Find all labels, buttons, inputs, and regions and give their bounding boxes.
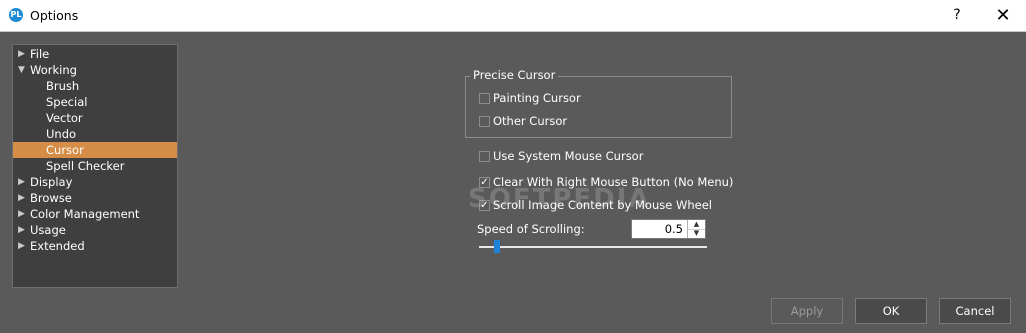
- tree-item-label: Spell Checker: [46, 159, 125, 173]
- tree-item-usage[interactable]: ▶ Usage: [13, 222, 177, 238]
- tree-item-display[interactable]: ▶ Display: [13, 174, 177, 190]
- checkbox-box[interactable]: [479, 116, 490, 127]
- tree-item-file[interactable]: ▶ File: [13, 46, 177, 62]
- collapsed-arrow-icon[interactable]: ▶: [18, 174, 28, 190]
- tree-item-special[interactable]: Special: [13, 94, 177, 110]
- tree-item-cursor[interactable]: Cursor: [13, 142, 177, 158]
- expanded-arrow-icon[interactable]: ▼: [18, 62, 28, 78]
- tree-item-working[interactable]: ▼ Working: [13, 62, 177, 78]
- watermark: SOFTPEDIA: [468, 184, 651, 214]
- tree-item-label: Brush: [46, 79, 80, 93]
- collapsed-arrow-icon[interactable]: ▶: [18, 222, 28, 238]
- collapsed-arrow-icon[interactable]: ▶: [18, 238, 28, 254]
- collapsed-arrow-icon[interactable]: ▶: [18, 46, 28, 62]
- tree-item-label: Working: [30, 63, 77, 77]
- tree-item-label: Special: [46, 95, 88, 109]
- collapsed-arrow-icon[interactable]: ▶: [18, 190, 28, 206]
- app-logo-icon: PL: [9, 8, 23, 22]
- tree-item-label: File: [30, 47, 50, 61]
- precise-cursor-group-title: Precise Cursor: [470, 68, 559, 82]
- speed-of-scrolling-label: Speed of Scrolling:: [477, 222, 585, 236]
- category-tree[interactable]: ▶ File ▼ Working Brush Special Vector Undo Curso…: [12, 44, 178, 288]
- help-button[interactable]: ?: [934, 0, 980, 31]
- checkbox-box[interactable]: [479, 93, 490, 104]
- tree-item-label: Color Management: [30, 207, 140, 221]
- tree-item-label: Extended: [30, 239, 85, 253]
- tree-item-color-management[interactable]: ▶ Color Management: [13, 206, 177, 222]
- checkbox-label: Painting Cursor: [493, 91, 581, 105]
- tree-item-brush[interactable]: Brush: [13, 78, 177, 94]
- spin-down-icon[interactable]: ▼: [688, 229, 705, 238]
- checkbox-label: Use System Mouse Cursor: [493, 149, 644, 163]
- close-button[interactable]: ✕: [980, 0, 1026, 31]
- collapsed-arrow-icon[interactable]: ▶: [18, 206, 28, 222]
- ok-button[interactable]: OK: [855, 298, 927, 324]
- tree-item-label: Cursor: [46, 143, 84, 157]
- tree-item-label: Browse: [30, 191, 72, 205]
- apply-button[interactable]: Apply: [771, 298, 843, 324]
- checkbox-label: Other Cursor: [493, 114, 568, 128]
- checkbox-box[interactable]: [479, 151, 490, 162]
- window-title: Options: [30, 8, 79, 23]
- speed-slider-thumb[interactable]: [494, 240, 501, 253]
- speed-value[interactable]: 0.5: [665, 220, 683, 238]
- tree-item-extended[interactable]: ▶ Extended: [13, 238, 177, 254]
- tree-item-undo[interactable]: Undo: [13, 126, 177, 142]
- speed-spinbox[interactable]: 0.5 ▲ ▼: [631, 219, 706, 239]
- tree-item-label: Undo: [46, 127, 77, 141]
- spin-buttons: ▲ ▼: [687, 220, 705, 238]
- speed-slider-track[interactable]: [479, 246, 707, 248]
- tree-item-vector[interactable]: Vector: [13, 110, 177, 126]
- cancel-button[interactable]: Cancel: [939, 298, 1011, 324]
- tree-item-label: Vector: [46, 111, 83, 125]
- tree-item-spell-checker[interactable]: Spell Checker: [13, 158, 177, 174]
- tree-item-label: Display: [30, 175, 73, 189]
- title-bar: PL Options ? ✕: [0, 0, 1026, 32]
- tree-item-label: Usage: [30, 223, 66, 237]
- tree-item-browse[interactable]: ▶ Browse: [13, 190, 177, 206]
